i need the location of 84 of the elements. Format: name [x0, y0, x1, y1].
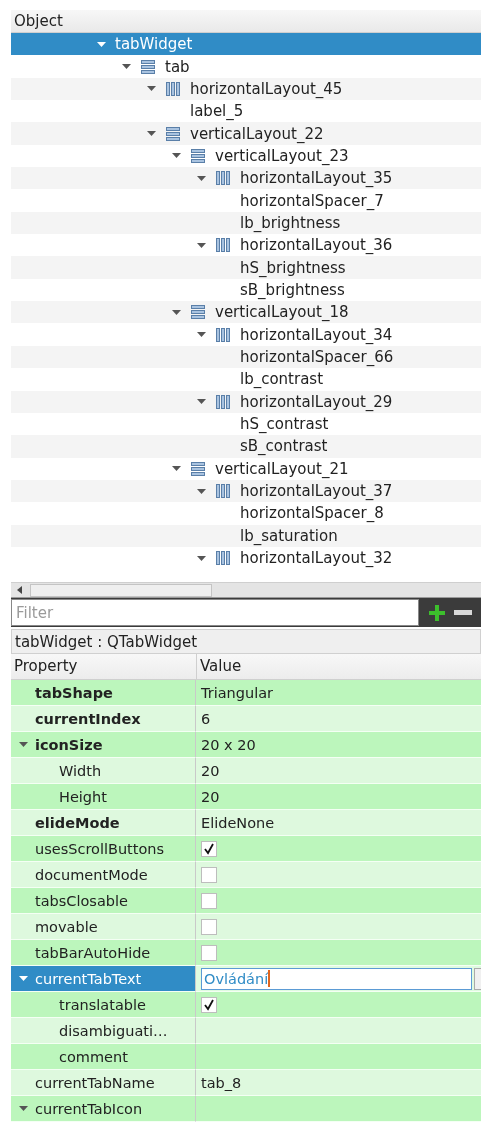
property-name: currentTabName [35, 1074, 155, 1091]
vertical-layout-icon [190, 460, 206, 477]
scroll-handle[interactable] [30, 583, 212, 597]
add-icon[interactable] [427, 603, 446, 622]
scroll-left-icon[interactable] [16, 585, 24, 595]
property-value: 20 [201, 788, 220, 805]
property-name: elideMode [35, 814, 120, 831]
horizontal-layout-icon [165, 80, 181, 97]
horizontal-layout-icon [215, 550, 231, 567]
horizontal-layout-icon [215, 237, 231, 254]
horizontal-layout-icon [215, 326, 231, 343]
checkbox[interactable] [201, 892, 217, 909]
tree-item[interactable]: hS_brightness [11, 256, 481, 279]
collapse-arrow-icon[interactable] [197, 553, 206, 563]
property-name: iconSize [35, 736, 103, 753]
collapse-arrow-icon[interactable] [172, 307, 181, 317]
horizontal-scrollbar[interactable] [11, 582, 481, 598]
tree-item[interactable]: lb_brightness [11, 211, 481, 235]
tree-item[interactable]: horizontalLayout_29 [11, 390, 481, 413]
property-name: tabBarAutoHide [35, 944, 151, 961]
collapse-arrow-icon[interactable] [197, 240, 206, 250]
text-field[interactable]: Ovládání [201, 967, 472, 990]
tree-item[interactable]: verticalLayout_22 [11, 122, 481, 145]
checkbox[interactable] [201, 944, 217, 961]
column-header: Value [199, 656, 242, 677]
collapse-arrow-icon[interactable] [172, 151, 181, 161]
property-value: tab_8 [201, 1074, 242, 1091]
tree-item[interactable]: horizontalLayout_37 [11, 479, 481, 503]
vertical-layout-icon [165, 125, 181, 142]
property-value: 20 x 20 [201, 736, 256, 753]
property-value: Triangular [201, 684, 274, 701]
property-name: tabsClosable [35, 892, 128, 909]
tree-item[interactable]: lb_saturation [11, 524, 481, 547]
horizontal-layout-icon [215, 170, 231, 187]
property-value: ElideNone [201, 814, 275, 831]
property-name: currentTabText [35, 970, 142, 987]
property-name: usesScrollButtons [35, 840, 165, 857]
property-name: tabShape [35, 684, 113, 701]
tree-item[interactable]: tabWidget [11, 33, 481, 56]
collapse-arrow-icon[interactable] [147, 84, 156, 94]
collapse-arrow-icon[interactable] [19, 740, 28, 749]
collapse-arrow-icon[interactable] [172, 464, 181, 474]
tree-item[interactable]: horizontalLayout_45 [11, 77, 481, 101]
property-name: comment [59, 1048, 128, 1065]
check-icon [203, 998, 215, 1011]
collapse-arrow-icon[interactable] [197, 486, 206, 496]
collapse-arrow-icon[interactable] [19, 1104, 28, 1113]
horizontal-layout-icon [215, 393, 231, 410]
tree-item[interactable]: horizontalSpacer_66 [11, 345, 481, 369]
property-name: disambiguati… [59, 1022, 168, 1039]
column-header: Object [11, 10, 481, 33]
vertical-layout-icon [190, 147, 206, 164]
column-header: Property [11, 654, 197, 679]
collapse-arrow-icon[interactable] [19, 974, 28, 983]
horizontal-layout-icon [215, 483, 231, 500]
property-name: translatable [59, 996, 146, 1013]
tree-item[interactable]: sB_contrast [11, 435, 481, 458]
property-name: currentIndex [35, 710, 141, 727]
collapse-arrow-icon[interactable] [197, 330, 206, 340]
collapse-arrow-icon[interactable] [97, 39, 106, 49]
tree-item[interactable]: horizontalLayout_35 [11, 167, 481, 190]
property-name: documentMode [35, 866, 148, 883]
property-value: 6 [201, 710, 211, 727]
property-name: movable [35, 918, 98, 935]
property-name: currentTabIcon [35, 1100, 143, 1117]
vertical-layout-icon [190, 304, 206, 321]
property-row[interactable]: currentTabText [11, 966, 196, 992]
checkbox[interactable] [201, 996, 217, 1013]
check-icon [203, 842, 215, 855]
property-name: Width [59, 762, 102, 779]
remove-icon[interactable] [454, 609, 473, 616]
property-name: Height [59, 788, 107, 805]
collapse-arrow-icon[interactable] [197, 173, 206, 183]
checkbox[interactable] [201, 866, 217, 883]
checkbox[interactable] [201, 918, 217, 935]
tree-item[interactable]: verticalLayout_18 [11, 301, 481, 324]
collapse-arrow-icon[interactable] [122, 62, 131, 71]
checkbox[interactable] [201, 840, 217, 857]
collapse-arrow-icon[interactable] [147, 129, 156, 139]
collapse-arrow-icon[interactable] [197, 397, 206, 407]
property-value: 20 [201, 762, 220, 779]
class-label: tabWidget : QTabWidget [11, 629, 481, 654]
filter-field[interactable]: Filter [11, 599, 419, 626]
vertical-layout-icon [140, 58, 156, 75]
